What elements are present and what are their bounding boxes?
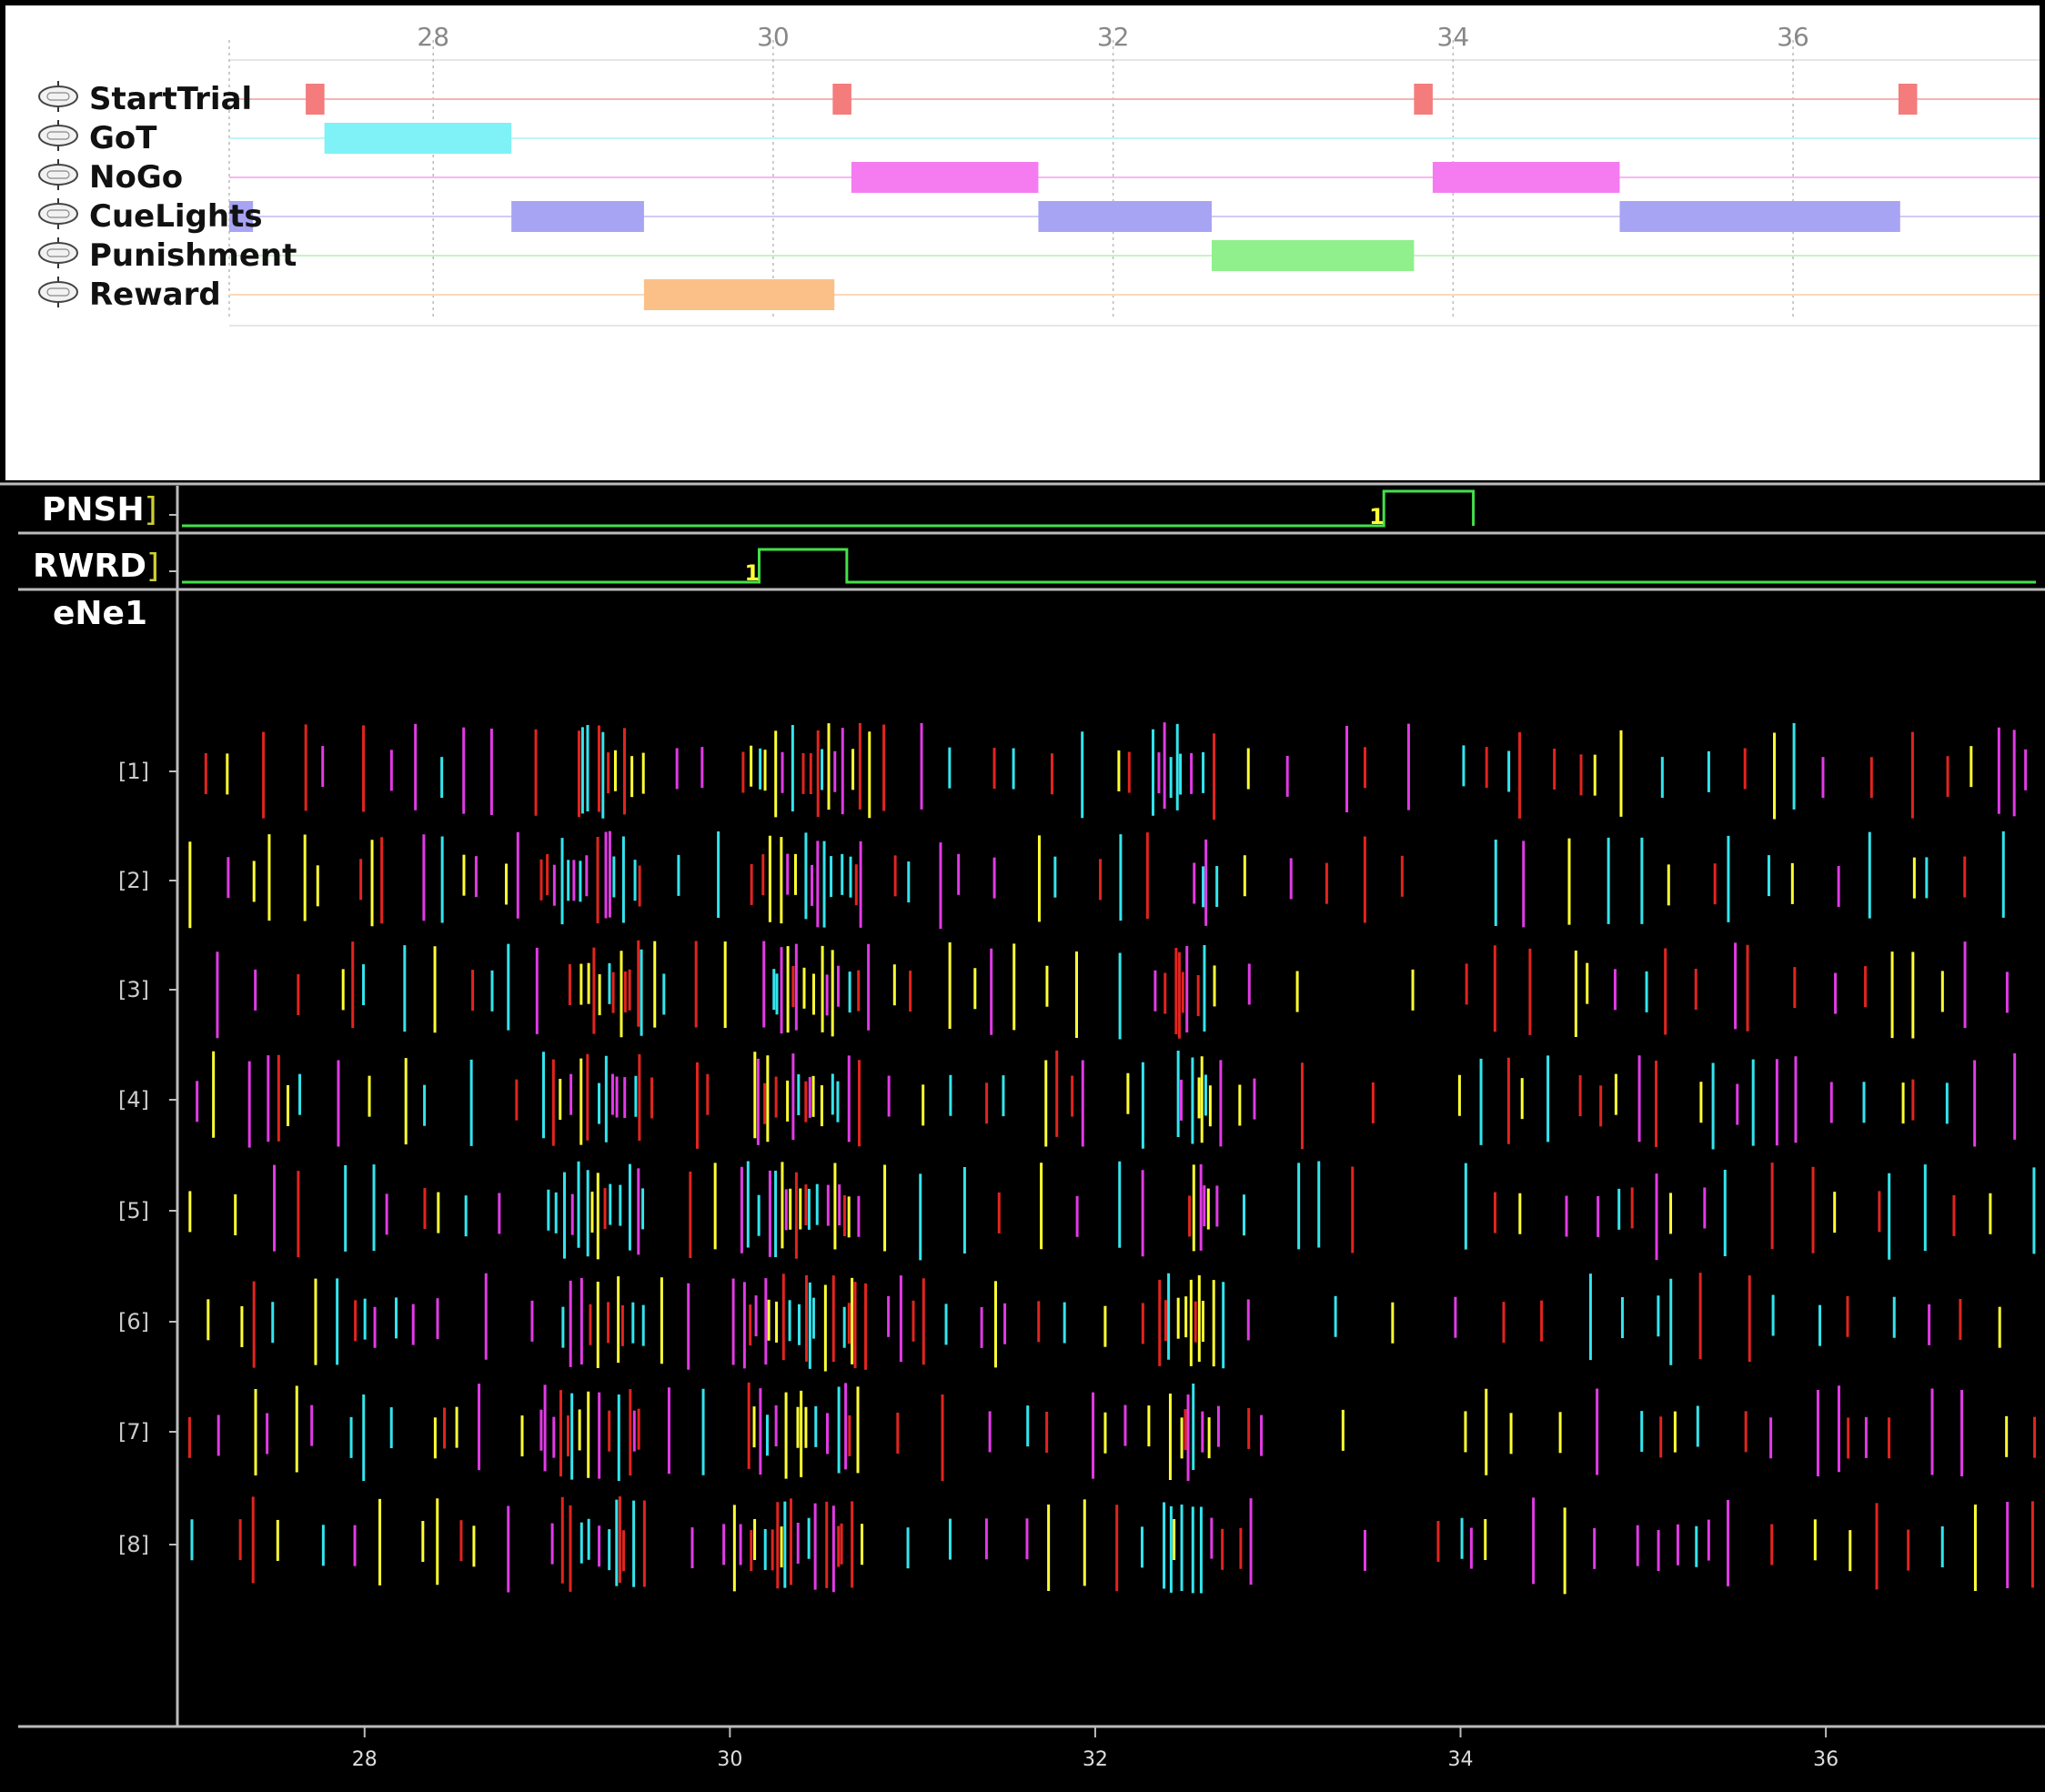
raster-panel: 11 PNSH] RWRD] eNe1 [1] [2] [3] [4] [5] [6] [7… xyxy=(0,480,2045,1792)
trace-label: [8] xyxy=(118,1532,149,1557)
raster-tick-label: 32 xyxy=(1082,1748,1108,1771)
state-icon xyxy=(36,277,80,310)
trace-label: [2] xyxy=(118,868,149,893)
state-name-label: CueLights xyxy=(89,198,263,235)
timeline-tick-label: 30 xyxy=(757,22,790,52)
state-row-cuelights[interactable]: CueLights xyxy=(36,198,263,235)
trace-row-spikes xyxy=(188,831,2005,930)
trace-row-spikes xyxy=(187,1382,2037,1482)
state-row-reward[interactable]: Reward xyxy=(36,277,221,313)
channel-pulse-label: 1 xyxy=(744,560,760,586)
channel-pulse-label: 1 xyxy=(1369,504,1385,529)
state-row-got[interactable]: GoT xyxy=(36,120,156,156)
channel-label-rwrd[interactable]: RWRD] xyxy=(33,548,159,585)
state-interval-bar xyxy=(1038,201,1213,232)
state-interval-bar xyxy=(324,123,512,154)
trace-label: [7] xyxy=(118,1419,149,1445)
state-icon xyxy=(36,120,80,154)
state-interval-bar xyxy=(1898,84,1918,115)
timeline-tick-label: 36 xyxy=(1777,22,1809,52)
state-row-starttrial[interactable]: StartTrial xyxy=(36,81,252,117)
raster-tick-label: 28 xyxy=(351,1748,378,1771)
timeline-tick-label: 34 xyxy=(1436,22,1470,52)
state-name-label: NoGo xyxy=(89,159,184,196)
state-interval-bar xyxy=(1414,84,1433,115)
state-icon xyxy=(36,159,80,193)
timeline-tick-label: 32 xyxy=(1096,22,1130,52)
timeline-tick-label: 28 xyxy=(417,22,450,52)
state-icon xyxy=(36,81,80,115)
state-interval-bar xyxy=(1619,201,1900,232)
raster-title: eNe1 xyxy=(53,595,148,632)
state-timeline-panel: 28 30 32 34 36 StartTrial GoT NoGo CueLights Pun… xyxy=(5,5,2040,480)
trace-label: [4] xyxy=(118,1087,149,1112)
state-icon xyxy=(36,198,80,232)
state-interval-bar xyxy=(306,84,325,115)
trace-row-spikes xyxy=(188,1161,2036,1261)
state-interval-bar xyxy=(851,162,1039,193)
trace-row-spikes xyxy=(204,722,2028,820)
raster-tick-label: 34 xyxy=(1447,1748,1474,1771)
state-timeline-plot xyxy=(228,40,2040,327)
trace-label: [6] xyxy=(118,1309,149,1334)
state-interval-bar xyxy=(832,84,851,115)
state-name-label: Reward xyxy=(89,277,221,313)
channel-label-pnsh[interactable]: PNSH] xyxy=(42,491,157,529)
raster-plot: 11 xyxy=(0,482,2045,1737)
state-row-punishment[interactable]: Punishment xyxy=(36,237,297,274)
state-name-label: Punishment xyxy=(89,237,297,274)
state-interval-bar xyxy=(511,201,644,232)
channel-trace-rwrd xyxy=(182,548,2036,584)
trace-row-spikes xyxy=(196,1050,2017,1150)
raster-tick-label: 30 xyxy=(717,1748,743,1771)
trace-label: [5] xyxy=(118,1198,149,1223)
state-interval-bar xyxy=(643,279,835,310)
state-name-label: GoT xyxy=(89,120,157,156)
raster-tick-label: 36 xyxy=(1813,1748,1839,1771)
trace-row-spikes xyxy=(216,940,2009,1040)
state-interval-bar xyxy=(1212,240,1415,271)
state-icon xyxy=(36,237,80,271)
channel-trace-pnsh xyxy=(182,489,1476,528)
state-name-label: StartTrial xyxy=(89,81,253,117)
trace-row-spikes xyxy=(207,1273,2001,1372)
trace-label: [1] xyxy=(118,759,149,784)
state-interval-bar xyxy=(1432,162,1620,193)
state-row-nogo[interactable]: NoGo xyxy=(36,159,183,196)
trace-row-spikes xyxy=(190,1496,2034,1595)
trace-label: [3] xyxy=(118,977,149,1002)
